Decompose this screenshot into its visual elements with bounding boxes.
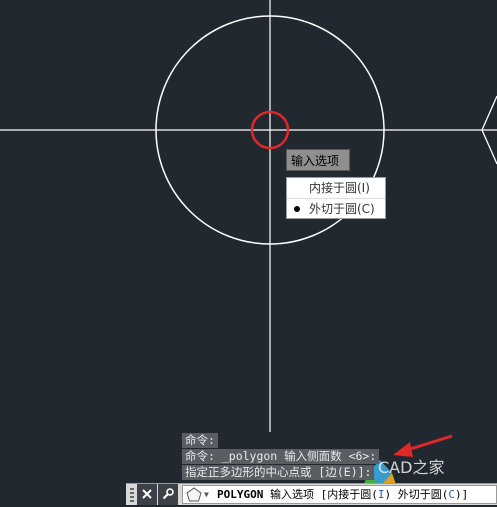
option-link-inscribed[interactable]: 内接于圆(I) xyxy=(327,488,391,501)
history-line: 指定正多边形的中心点或 [边(E)]: xyxy=(182,465,375,480)
option-label: 内接于圆(I) xyxy=(309,181,370,195)
option-inscribed[interactable]: 内接于圆(I) xyxy=(287,178,385,198)
polygon-icon[interactable] xyxy=(186,487,202,502)
option-link-circumscribed[interactable]: 外切于圆(C) xyxy=(398,488,462,501)
selected-bullet-icon xyxy=(294,206,300,212)
option-circumscribed[interactable]: 外切于圆(C) xyxy=(287,198,385,218)
command-input[interactable]: ▼ POLYGON 输入选项 [内接于圆(I) 外切于圆(C)] xyxy=(182,485,497,504)
close-icon xyxy=(142,489,152,499)
options-popup-menu: 内接于圆(I) 外切于圆(C) xyxy=(286,177,386,219)
grip-handle-icon[interactable] xyxy=(130,488,134,502)
command-line-bar: ▼ POLYGON 输入选项 [内接于圆(I) 外切于圆(C)] xyxy=(126,483,497,505)
wrench-icon xyxy=(162,488,174,500)
drawing-canvas[interactable] xyxy=(0,0,497,505)
history-line: 命令: xyxy=(182,433,218,448)
close-button[interactable] xyxy=(137,484,157,505)
command-history: 命令: 命令: _polygon 输入侧面数 <6>: 指定正多边形的中心点或 … xyxy=(182,433,380,481)
option-label: 外切于圆(C) xyxy=(309,202,375,216)
options-popup-title: 输入选项 xyxy=(286,149,350,171)
history-line: 命令: _polygon 输入侧面数 <6>: xyxy=(182,449,380,464)
chevron-down-icon[interactable]: ▼ xyxy=(204,486,209,503)
command-prompt-text: POLYGON 输入选项 [内接于圆(I) 外切于圆(C)] xyxy=(217,488,469,501)
customize-button[interactable] xyxy=(158,484,178,505)
watermark-text: CAD之家 xyxy=(378,458,445,477)
